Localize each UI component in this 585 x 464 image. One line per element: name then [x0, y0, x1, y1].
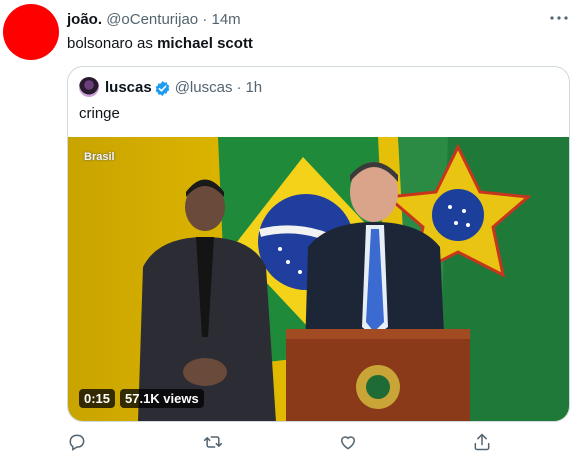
quoted-handle[interactable]: @luscas: [175, 79, 233, 97]
quoted-header: luscas @luscas · 1h: [105, 79, 262, 97]
separator-dot: ·: [202, 11, 208, 28]
share-icon[interactable]: [472, 432, 492, 452]
separator-dot: ·: [236, 79, 242, 96]
quoted-text: cringe: [79, 105, 120, 122]
video-duration: 0:15: [79, 389, 116, 408]
quoted-time[interactable]: 1h: [245, 79, 262, 97]
tweet-time[interactable]: 14m: [211, 11, 240, 28]
author-avatar[interactable]: [3, 4, 59, 60]
verified-icon: [154, 80, 171, 97]
quoted-name[interactable]: luscas: [105, 79, 152, 97]
video-views: 57.1K views: [120, 389, 204, 408]
author-name[interactable]: joão.: [67, 11, 102, 28]
action-bar: [67, 432, 570, 456]
quoted-tweet[interactable]: luscas @luscas · 1h cringe Brasil 0:15 5…: [67, 66, 570, 422]
video-player[interactable]: Brasil 0:15 57.1K views: [68, 137, 569, 421]
author-handle[interactable]: @oCenturijao: [106, 11, 198, 28]
quoted-avatar[interactable]: [79, 77, 99, 97]
like-icon[interactable]: [338, 432, 358, 452]
tweet-text: bolsonaro as michael scott: [67, 35, 253, 53]
retweet-icon[interactable]: [203, 432, 223, 452]
tweet-text-plain: bolsonaro as: [67, 35, 158, 52]
video-frame: [138, 137, 569, 421]
tweet-text-bold: michael scott: [157, 35, 253, 52]
tweet[interactable]: joão. @oCenturijao · 14m bolsonaro as mi…: [0, 0, 585, 464]
channel-logo: Brasil: [84, 151, 115, 163]
tweet-header: joão. @oCenturijao · 14m: [67, 11, 241, 29]
more-icon[interactable]: [547, 6, 571, 30]
reply-icon[interactable]: [67, 432, 87, 452]
